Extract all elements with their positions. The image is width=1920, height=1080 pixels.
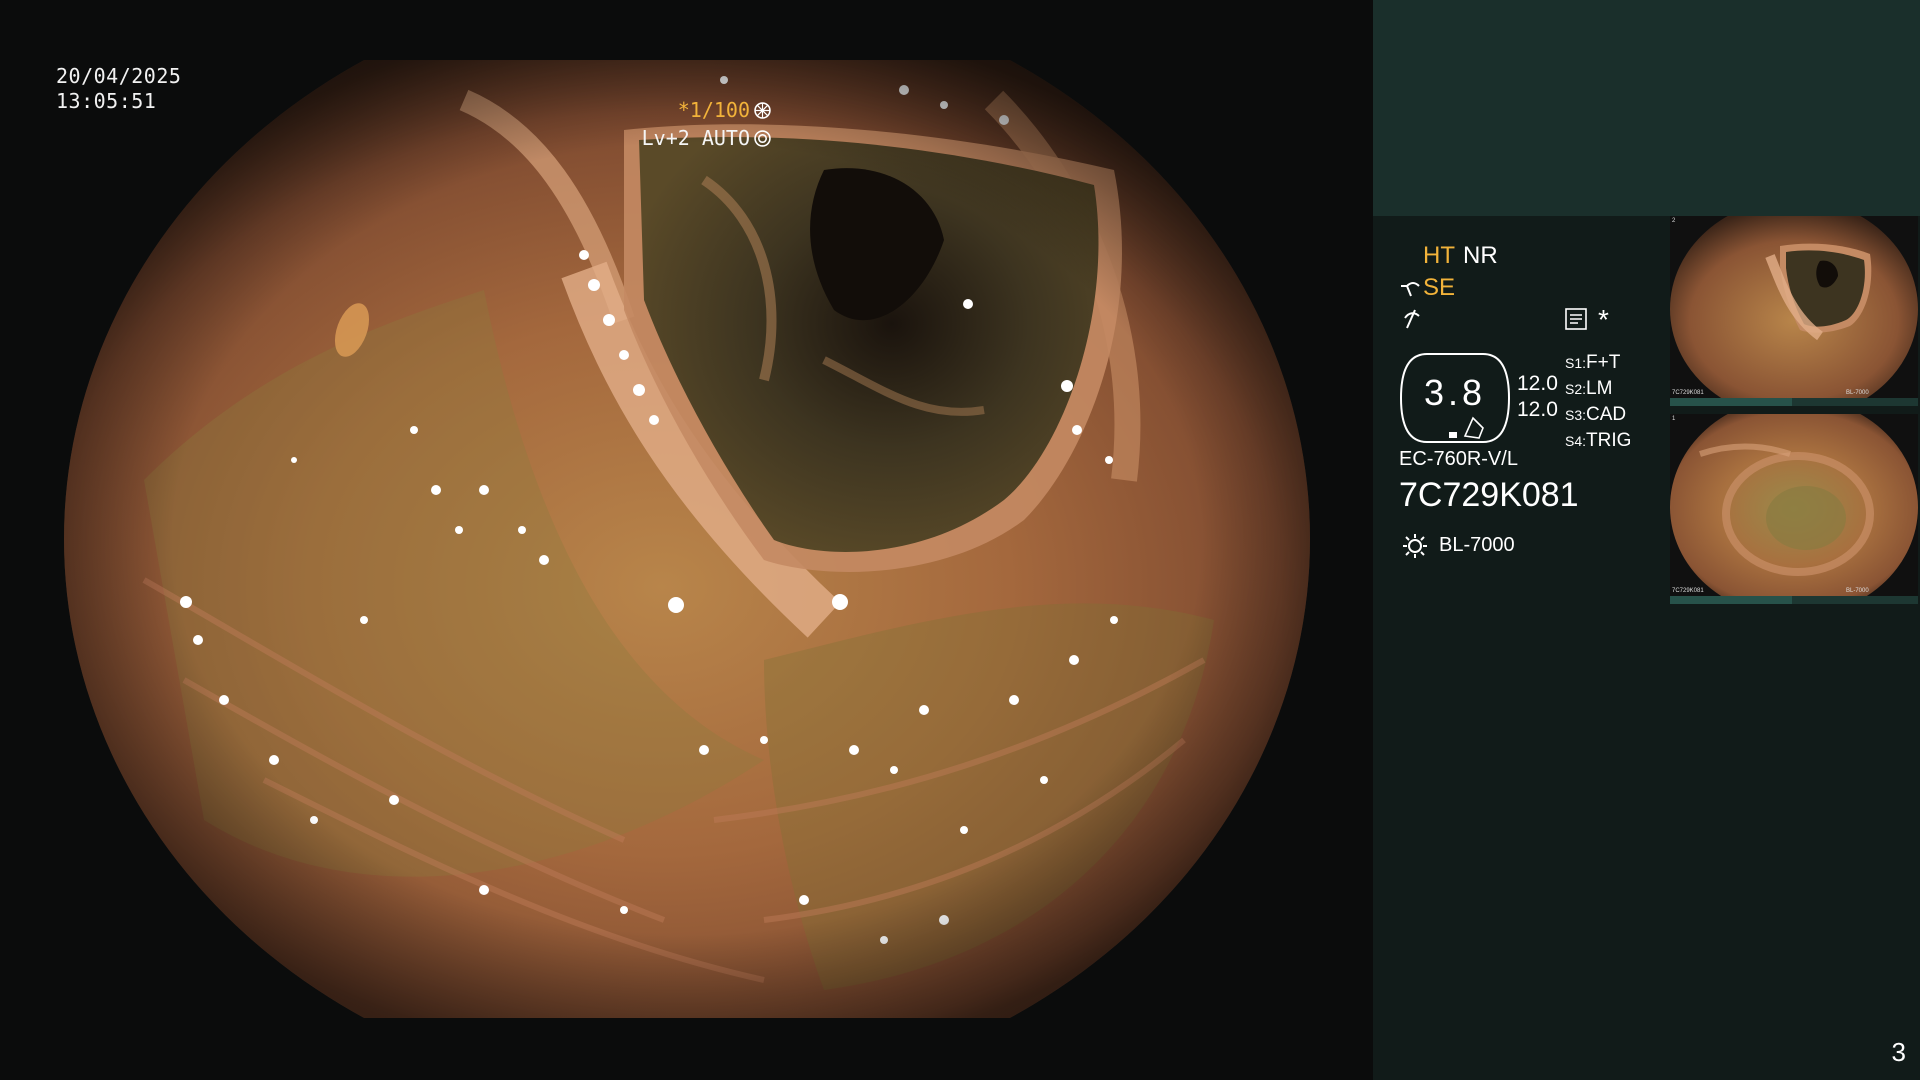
page-number: 3 bbox=[1891, 1037, 1906, 1067]
thumb-index: 2 bbox=[1672, 218, 1676, 224]
light-source-label: BL-7000 bbox=[1439, 534, 1515, 556]
thumb-light: BL-7000 bbox=[1846, 390, 1869, 396]
time-text: 13:05:51 bbox=[56, 89, 157, 113]
exposure-readout: Lv+2 AUTO bbox=[642, 126, 771, 150]
shutter-text: *1/100 bbox=[677, 98, 750, 122]
enhance-icon bbox=[1401, 282, 1420, 297]
thumb-light: BL-7000 bbox=[1846, 588, 1869, 594]
switch-key: S1: bbox=[1565, 355, 1587, 371]
level-text: Lv+2 bbox=[641, 126, 690, 150]
switch-value: LM bbox=[1586, 378, 1613, 399]
switch-row-s3: S3:CAD bbox=[1565, 402, 1631, 428]
ht-label: HT bbox=[1423, 242, 1455, 269]
iris-icon bbox=[754, 130, 771, 147]
thumb-index: 1 bbox=[1672, 416, 1676, 422]
switch-row-s4: S4:TRIG bbox=[1565, 428, 1631, 454]
scope-model: EC-760R-V/L bbox=[1399, 448, 1518, 470]
iris-mode-text: AUTO bbox=[701, 126, 750, 150]
status-panel: HT NR SE * 3.8 12.0 12.0 S1:F+T S2:LM S3… bbox=[1373, 0, 1920, 1080]
switch-key: S2: bbox=[1565, 381, 1587, 397]
thumb-status-bar bbox=[1670, 398, 1918, 406]
switch-row-s2: S2:LM bbox=[1565, 376, 1631, 402]
switch-value: TRIG bbox=[1586, 430, 1632, 451]
thumb-serial: 7C729K081 bbox=[1672, 588, 1704, 594]
se-label: SE bbox=[1423, 274, 1456, 301]
value-b: 12.0 bbox=[1517, 398, 1558, 421]
switch-key: S4: bbox=[1565, 433, 1587, 449]
zoom-indicator: 3.8 bbox=[1399, 352, 1511, 444]
info-header-block bbox=[1373, 0, 1920, 216]
thumb-status-segment bbox=[1670, 398, 1792, 406]
value-a: 12.0 bbox=[1517, 372, 1558, 395]
date-text: 20/04/2025 bbox=[56, 64, 182, 88]
switch-key: S3: bbox=[1565, 407, 1587, 423]
menu-icon bbox=[1565, 308, 1587, 330]
zoom-value: 3.8 bbox=[1423, 372, 1487, 413]
shutter-readout: *1/100 bbox=[678, 98, 771, 122]
capture-thumbnail-2[interactable]: 2 7C729K081 BL-7000 bbox=[1670, 216, 1918, 406]
star-marker: * bbox=[1598, 304, 1609, 335]
contrast-icon bbox=[1404, 309, 1420, 329]
nr-label: NR bbox=[1463, 242, 1498, 269]
shutter-icon bbox=[754, 102, 771, 119]
capture-thumbnail-1[interactable]: 1 7C729K081 BL-7000 bbox=[1670, 414, 1918, 604]
switch-row-s1: S1:F+T bbox=[1565, 350, 1631, 376]
switch-list: S1:F+T S2:LM S3:CAD S4:TRIG bbox=[1565, 350, 1631, 454]
endoscope-image bbox=[64, 60, 1310, 1018]
switch-value: CAD bbox=[1586, 404, 1627, 425]
scope-serial: 7C729K081 bbox=[1399, 476, 1579, 514]
thumb-status-bar bbox=[1670, 596, 1918, 604]
datetime-stamp: 20/04/2025 13:05:51 bbox=[56, 64, 181, 114]
light-source-icon bbox=[1403, 534, 1427, 558]
endoscope-view-area: 20/04/2025 13:05:51 *1/100 Lv+2 AUTO bbox=[0, 0, 1373, 1080]
thumb-serial: 7C729K081 bbox=[1672, 390, 1704, 396]
switch-value: F+T bbox=[1586, 352, 1621, 373]
thumb-status-segment bbox=[1670, 596, 1792, 604]
